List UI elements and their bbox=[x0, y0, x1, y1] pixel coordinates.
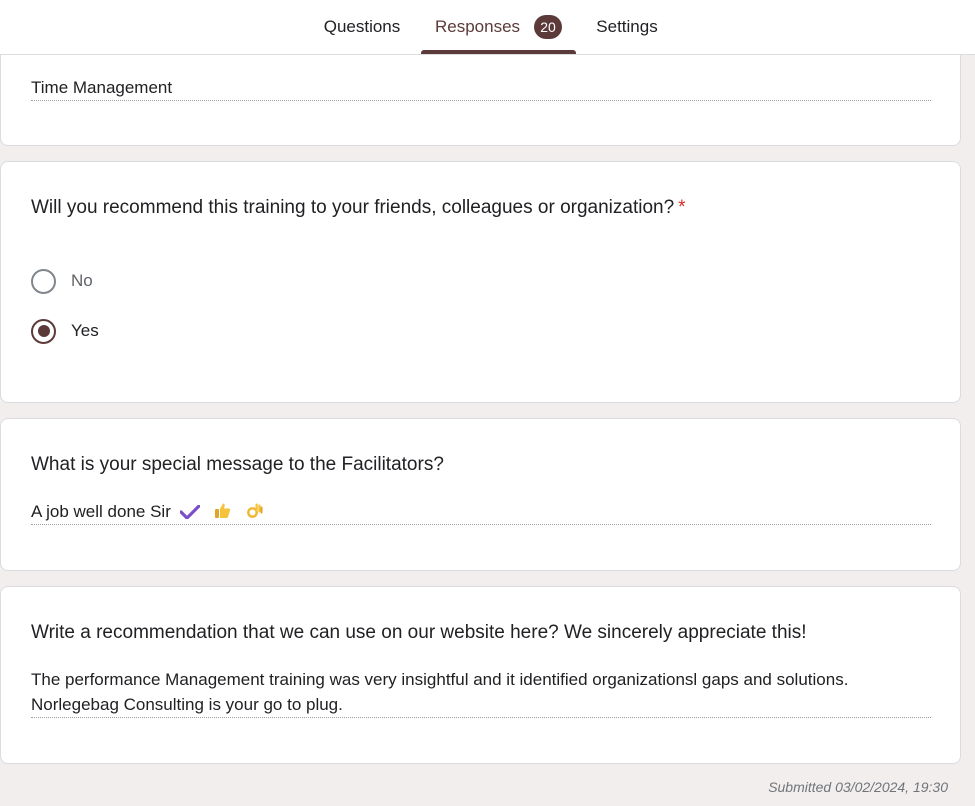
question-title: Will you recommend this training to your… bbox=[31, 195, 931, 221]
answer-field: The performance Management training was … bbox=[31, 667, 931, 718]
answer-card-previous: Time Management bbox=[0, 40, 961, 146]
required-asterisk: * bbox=[678, 197, 686, 218]
radio-option-yes[interactable]: Yes bbox=[31, 318, 99, 344]
radio-option-no[interactable]: No bbox=[31, 268, 93, 294]
question-card-message: What is your special message to the Faci… bbox=[0, 418, 961, 571]
tab-questions-label: Questions bbox=[323, 17, 401, 36]
answer-line-2: Norlegebag Consulting is your go to plug… bbox=[31, 695, 343, 714]
tab-responses-label: Responses bbox=[434, 17, 521, 36]
radio-button-unchecked[interactable] bbox=[31, 268, 56, 294]
ok-hand-icon bbox=[247, 503, 263, 518]
radio-label-yes: Yes bbox=[71, 321, 99, 340]
submitted-timestamp: Submitted 03/02/2024, 19:30 bbox=[768, 779, 948, 795]
answer-text: Time Management bbox=[31, 75, 931, 101]
answer-field: A job well done Sir bbox=[31, 499, 931, 525]
question-text: Will you recommend this training to your… bbox=[31, 197, 675, 218]
question-card-recommend: Will you recommend this training to your… bbox=[0, 161, 961, 403]
question-text: Write a recommendation that we can use o… bbox=[31, 622, 807, 643]
answer-text: A job well done Sir bbox=[31, 502, 171, 521]
question-card-recommendation: Write a recommendation that we can use o… bbox=[0, 586, 961, 764]
radio-label-no: No bbox=[71, 271, 93, 290]
thumbs-up-icon bbox=[215, 503, 231, 518]
tab-settings[interactable]: Settings bbox=[580, 0, 674, 54]
tab-responses[interactable]: Responses 20 bbox=[421, 0, 576, 54]
check-mark-icon bbox=[179, 505, 200, 519]
top-tab-bar: Questions Responses 20 Settings bbox=[0, 0, 975, 55]
question-text: What is your special message to the Faci… bbox=[31, 454, 444, 475]
radio-button-checked[interactable] bbox=[31, 318, 56, 344]
active-tab-indicator bbox=[421, 50, 576, 54]
answer-line-1: The performance Management training was … bbox=[31, 670, 849, 689]
tab-questions[interactable]: Questions bbox=[306, 0, 418, 54]
tab-settings-label: Settings bbox=[596, 17, 658, 36]
responses-count-badge: 20 bbox=[534, 15, 563, 39]
